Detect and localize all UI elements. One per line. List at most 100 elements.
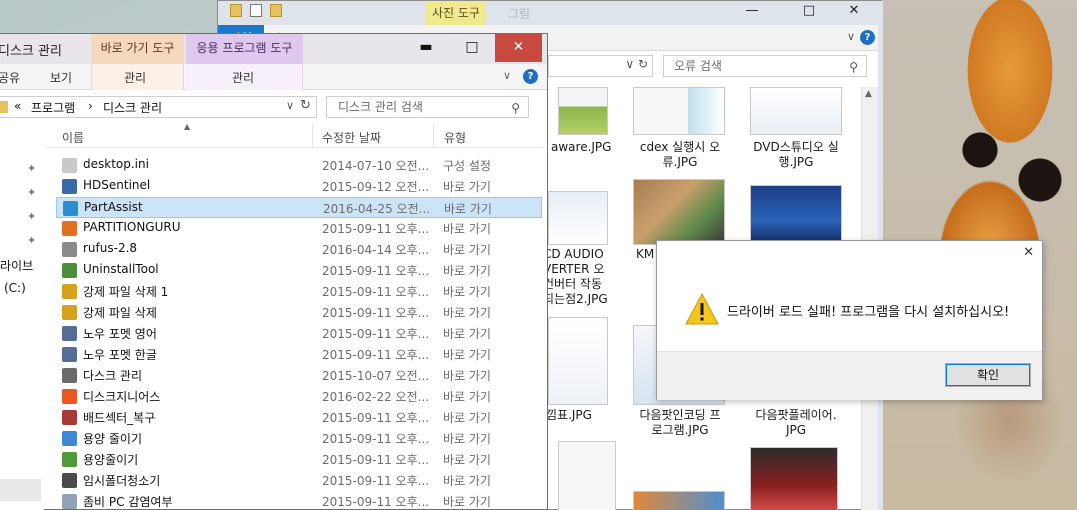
pin-icon[interactable]: ✦: [27, 210, 36, 223]
breadcrumb-separator[interactable]: ›: [88, 99, 93, 113]
tab-photo-tools[interactable]: 사진 도구: [426, 1, 486, 25]
thumbnail-image[interactable]: [750, 447, 838, 510]
rufus-icon: [62, 242, 77, 257]
file-row[interactable]: 노우 포멧 영어 2015-09-11 오후... 바로 가기: [56, 323, 542, 344]
search-icon[interactable]: ⚲: [849, 57, 858, 77]
minimize-button[interactable]: —: [736, 1, 768, 23]
breadcrumb-overflow[interactable]: «: [14, 99, 21, 113]
error-dialog[interactable]: ✕ 드라이버 로드 실패! 프로그램을 다시 설치하십시오! 확인: [656, 240, 1043, 400]
file-row[interactable]: 용양줄이기 2015-09-11 오후... 바로 가기: [56, 449, 542, 470]
thumbnail-label[interactable]: 낌표.JPG: [544, 408, 594, 423]
file-type: 바로 가기: [443, 390, 491, 404]
close-button[interactable]: ✕: [1023, 245, 1034, 260]
file-name: 강제 파일 삭제: [83, 306, 157, 320]
tab-view[interactable]: 보기: [50, 69, 72, 86]
file-row[interactable]: PARTITIONGURU 2015-09-11 오후... 바로 가기: [56, 218, 542, 239]
dialog-title-bar[interactable]: ✕: [657, 241, 1042, 269]
chevron-down-icon[interactable]: ∨: [286, 99, 294, 112]
thumbnail-label[interactable]: 다음팟인코딩 프 로그램.JPG: [628, 408, 732, 438]
file-row[interactable]: 강제 파일 삭제 2015-09-11 오후... 바로 가기: [56, 302, 542, 323]
close-button[interactable]: ✕: [495, 34, 542, 62]
thumbnail-image[interactable]: [548, 191, 608, 245]
chevron-down-icon[interactable]: ∨: [847, 30, 855, 43]
folder-icon[interactable]: [230, 4, 242, 17]
column-name[interactable]: 이름: [62, 129, 84, 146]
file-modified-date: 2016-02-22 오전...: [322, 390, 430, 404]
nav-item-drive[interactable]: 라이브: [0, 257, 33, 274]
navigation-pane[interactable]: ✦ ✦ ✦ ✦ 라이브 (C:): [0, 124, 44, 510]
thumbnail-image[interactable]: [633, 491, 725, 510]
close-button[interactable]: ✕: [838, 1, 870, 23]
file-type: 바로 가기: [443, 327, 491, 341]
file-row[interactable]: PartAssist 2016-04-25 오전... 바로 가기: [56, 197, 542, 218]
search-input[interactable]: 디스크 관리 검색 ⚲: [326, 96, 529, 118]
file-row[interactable]: UninstallTool 2015-09-11 오후... 바로 가기: [56, 260, 542, 281]
pin-icon[interactable]: ✦: [27, 162, 36, 175]
thumbnail-image[interactable]: [633, 87, 725, 135]
maximize-button[interactable]: □: [793, 1, 825, 23]
thumbnail-label[interactable]: 다음팟플레이어. JPG: [744, 408, 848, 438]
file-modified-date: 2015-10-07 오전...: [322, 369, 430, 383]
file-row[interactable]: rufus-2.8 2016-04-14 오후... 바로 가기: [56, 239, 542, 260]
pin-icon[interactable]: ✦: [27, 186, 36, 199]
checkbox-icon[interactable]: [250, 4, 262, 17]
file-name: UninstallTool: [83, 262, 159, 276]
title-bar[interactable]: 사진 도구 그림 — □ ✕: [218, 1, 881, 25]
thumbnail-image[interactable]: [750, 87, 842, 135]
partassist-icon: [63, 201, 78, 216]
file-row[interactable]: desktop.ini 2014-07-10 오전... 구성 설정: [56, 155, 542, 176]
window-title: 디스크 관리: [0, 44, 62, 59]
quick-access-toolbar[interactable]: [230, 4, 282, 17]
thumbnail-label[interactable]: DVD스튜디오 실 행.JPG: [744, 140, 848, 170]
chevron-down-icon[interactable]: ∨: [503, 69, 511, 82]
title-bar[interactable]: 디스크 관리 바로 가기 도구 응용 프로그램 도구 ▬ □ ✕: [0, 34, 547, 64]
thumbnail-image[interactable]: [750, 185, 842, 245]
breadcrumb-disk-management[interactable]: 디스크 관리: [103, 99, 162, 116]
file-row[interactable]: 다스크 관리 2015-10-07 오전... 바로 가기: [56, 365, 542, 386]
refresh-icon[interactable]: ∨ ↻: [625, 57, 648, 71]
pin-icon[interactable]: ✦: [27, 234, 36, 247]
file-name: 용양 줄이기: [83, 432, 143, 446]
ok-button[interactable]: 확인: [945, 363, 1031, 387]
help-icon[interactable]: ?: [860, 30, 875, 45]
thumbnail-label[interactable]: CD AUDIO VERTER 오 컨버터 작동 되는점2.JPG: [543, 247, 623, 307]
tab-application-tools[interactable]: 응용 프로그램 도구: [186, 34, 303, 64]
refresh-icon[interactable]: ↻: [300, 98, 311, 113]
minimize-button[interactable]: ▬: [403, 34, 449, 62]
nav-item-selected[interactable]: [0, 479, 41, 501]
thumbnail-label[interactable]: cdex 실행시 오 류.JPG: [628, 140, 732, 170]
nav-item-c-drive[interactable]: (C:): [4, 281, 26, 295]
tab-manage-shortcut[interactable]: 관리: [124, 69, 146, 86]
scroll-up-icon[interactable]: ▲: [865, 89, 872, 99]
file-row[interactable]: HDSentinel 2015-09-12 오전... 바로 가기: [56, 176, 542, 197]
address-bar[interactable]: ∨ ↻: [548, 55, 653, 77]
breadcrumb-programs[interactable]: 프로그램: [31, 99, 75, 116]
search-input[interactable]: 오류 검색 ⚲: [663, 55, 867, 77]
file-row[interactable]: 임시폴더청소기 2015-09-11 오후... 바로 가기: [56, 470, 542, 491]
thumbnail-image[interactable]: [548, 317, 608, 405]
file-row[interactable]: 노우 포멧 한글 2015-09-11 오후... 바로 가기: [56, 344, 542, 365]
thumbnail-image[interactable]: [633, 179, 725, 245]
file-row[interactable]: 용양 줄이기 2015-09-11 오후... 바로 가기: [56, 428, 542, 449]
tab-manage-application[interactable]: 관리: [232, 69, 254, 86]
address-bar[interactable]: « 프로그램 › 디스크 관리 ∨ ↻: [0, 96, 317, 118]
file-row[interactable]: 좀비 PC 감염여부 2015-09-11 오후... 바로 가기: [56, 491, 542, 510]
folder-icon[interactable]: [270, 4, 282, 17]
file-row[interactable]: 디스크지니어스 2016-02-22 오전... 바로 가기: [56, 386, 542, 407]
maximize-button[interactable]: □: [449, 34, 495, 62]
folder-icon: [0, 101, 8, 113]
tab-shortcut-tools[interactable]: 바로 가기 도구: [91, 34, 184, 64]
badsector-icon: [62, 410, 77, 425]
column-modified[interactable]: 수정한 날짜: [322, 129, 381, 146]
thumbnail-image[interactable]: [558, 87, 608, 135]
error-message: 드라이버 로드 실패! 프로그램을 다시 설치하십시오!: [727, 305, 1010, 320]
thumbnail-image[interactable]: [558, 441, 616, 510]
tab-share[interactable]: 공유: [0, 69, 20, 86]
thumbnail-label[interactable]: aware.JPG: [551, 140, 611, 155]
column-type[interactable]: 유형: [444, 129, 466, 146]
file-row[interactable]: 강제 파일 삭제 1 2015-09-11 오후... 바로 가기: [56, 281, 542, 302]
file-row[interactable]: 배드섹터_복구 2015-09-11 오후... 바로 가기: [56, 407, 542, 428]
search-icon[interactable]: ⚲: [511, 98, 520, 118]
help-icon[interactable]: ?: [523, 69, 538, 84]
disk-management-folder-window[interactable]: 디스크 관리 바로 가기 도구 응용 프로그램 도구 ▬ □ ✕ 공유 보기 관…: [0, 33, 548, 510]
